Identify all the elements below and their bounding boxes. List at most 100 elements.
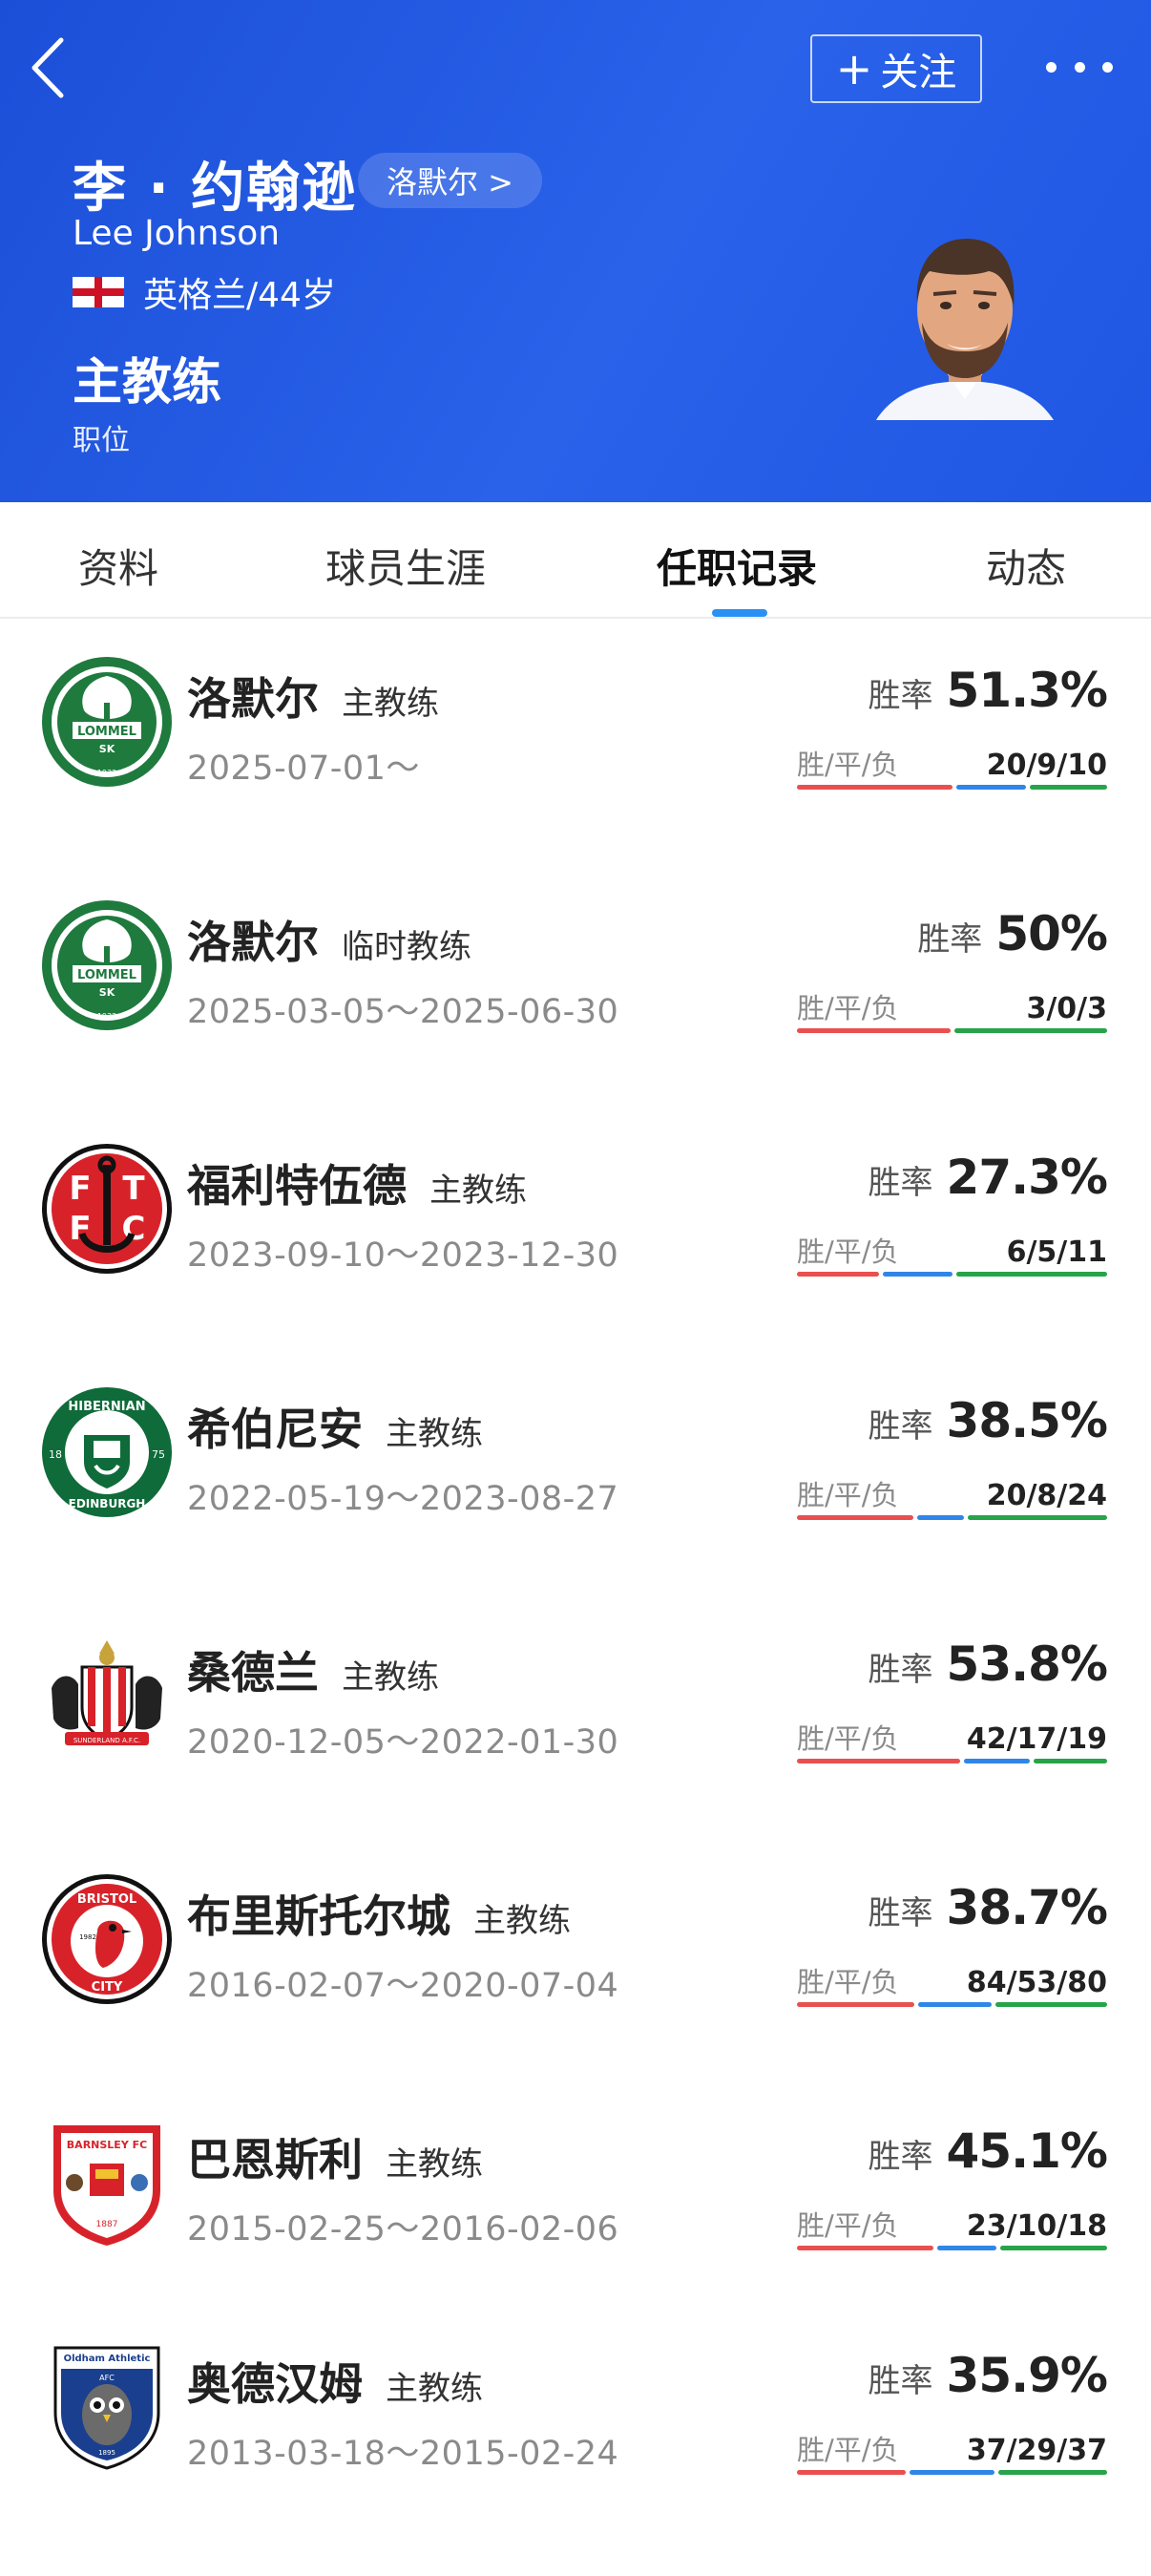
wdl-bar (797, 785, 1107, 790)
svg-text:1887: 1887 (96, 2220, 118, 2229)
nationality-row: 英格兰/44岁 (73, 267, 336, 317)
win-segment (797, 2470, 906, 2475)
svg-text:BARNSLEY FC: BARNSLEY FC (67, 2139, 147, 2151)
england-flag-icon (73, 277, 124, 307)
record-item[interactable]: BRISTOL CITY 1982 布里斯托尔城 主教练 2016-02-07～… (0, 1838, 1151, 2081)
oldham-crest-icon: Oldham Athletic AFC 1895 (53, 2346, 160, 2470)
profile-header: + 关注 李 · 约翰逊 洛默尔 > Lee Johnson 英格兰/44岁 主… (0, 0, 1151, 502)
chevron-left-icon (31, 37, 64, 98)
tab-news[interactable]: 动态 (986, 537, 1066, 595)
record-item[interactable]: HIBERNIAN EDINBURGH 18 75 希伯尼安 主教练 2022-… (0, 1351, 1151, 1594)
record-item[interactable]: Oldham Athletic AFC 1895 奥德汉姆 主教练 2013-0… (0, 2306, 1151, 2549)
win-segment (797, 2002, 914, 2007)
coach-avatar (876, 239, 1054, 420)
svg-text:18: 18 (49, 1448, 62, 1461)
record-item[interactable]: BARNSLEY FC 1887 巴恩斯利 主教练 2015-02-25～201… (0, 2081, 1151, 2325)
nationality-age: 英格兰/44岁 (143, 276, 336, 315)
svg-text:EDINBURGH: EDINBURGH (69, 1497, 146, 1510)
record-item[interactable]: SUNDERLAND A.F.C. 桑德兰 主教练 2020-12-05～202… (0, 1594, 1151, 1838)
win-rate-value: 51.3% (946, 663, 1108, 718)
wdl-row: 胜/平/负 20/8/24 (797, 1473, 1107, 1513)
record-item[interactable]: LOMMEL SK 1932 洛默尔 临时教练 2025-03-05～2025-… (0, 864, 1151, 1108)
current-team-chip[interactable]: 洛默尔 > (358, 153, 542, 208)
tenure-dates: 2022-05-19～2023-08-27 (187, 1480, 619, 1518)
club-name: 桑德兰 主教练 (187, 1638, 439, 1701)
svg-text:1895: 1895 (98, 2449, 115, 2457)
wdl-bar (797, 2002, 1107, 2007)
club-role: 临时教练 (342, 928, 471, 966)
wdl-bar (797, 1272, 1107, 1277)
club-name: 洛默尔 主教练 (187, 665, 439, 728)
win-segment (797, 1272, 880, 1277)
win-rate-label: 胜率 (868, 1407, 933, 1446)
more-options-button[interactable] (1046, 48, 1113, 86)
record-item[interactable]: F T F C 福利特伍德 主教练 2023-09-10～2023-12-30 … (0, 1108, 1151, 1351)
win-rate: 胜率 27.3% (868, 1150, 1108, 1205)
club-role: 主教练 (429, 1172, 527, 1210)
loss-segment (1000, 2246, 1107, 2250)
draw-segment (916, 1515, 964, 1520)
tab-player-career[interactable]: 球员生涯 (325, 537, 486, 595)
svg-text:SK: SK (99, 743, 115, 755)
win-rate-value: 35.9% (946, 2348, 1108, 2403)
tenure-dates: 2015-02-25～2016-02-06 (187, 2210, 619, 2249)
tenure-dates: 2025-07-01～ (187, 750, 420, 788)
win-rate-label: 胜率 (868, 2138, 933, 2176)
svg-text:SK: SK (99, 986, 115, 999)
tab-bar: 资料 球员生涯 任职记录 动态 (0, 502, 1151, 619)
club-name: 巴恩斯利 主教练 (187, 2125, 483, 2188)
lommel-crest-icon: LOMMEL SK 1932 (42, 657, 172, 787)
win-rate: 胜率 51.3% (868, 663, 1108, 718)
record-item[interactable]: LOMMEL SK 1932 洛默尔 主教练 2025-07-01～ 胜率 51… (0, 621, 1151, 864)
win-rate: 胜率 38.5% (868, 1393, 1108, 1448)
svg-text:T: T (122, 1170, 145, 1208)
wdl-label: 胜/平/负 (797, 992, 899, 1024)
tab-profile[interactable]: 资料 (78, 537, 158, 595)
wdl-value: 37/29/37 (966, 2434, 1107, 2467)
wdl-label: 胜/平/负 (797, 2209, 899, 2242)
wdl-bar (797, 1028, 1107, 1033)
loss-segment (998, 2470, 1107, 2475)
win-rate-label: 胜率 (868, 2362, 933, 2400)
fleetwood-crest-icon: F T F C (42, 1144, 172, 1274)
club-role: 主教练 (473, 1902, 571, 1940)
win-rate-value: 50% (995, 906, 1108, 961)
wdl-value: 84/53/80 (966, 1966, 1107, 1999)
club-name-text: 福利特伍德 (187, 1160, 407, 1212)
club-role: 主教练 (386, 2145, 483, 2184)
svg-text:LOMMEL: LOMMEL (77, 725, 136, 739)
follow-button[interactable]: + 关注 (810, 34, 982, 103)
back-button[interactable] (29, 36, 76, 103)
bristol-city-crest-icon: BRISTOL CITY 1982 (42, 1874, 172, 2004)
win-rate-label: 胜率 (868, 1651, 933, 1689)
svg-text:BRISTOL: BRISTOL (77, 1892, 136, 1907)
follow-label: 关注 (880, 51, 957, 95)
club-name: 奥德汉姆 主教练 (187, 2350, 483, 2413)
draw-segment (955, 785, 1026, 790)
wdl-row: 胜/平/负 20/9/10 (797, 743, 1107, 783)
svg-text:F: F (69, 1170, 91, 1208)
wdl-value: 20/9/10 (986, 749, 1107, 782)
win-segment (797, 785, 952, 790)
tab-coaching-record[interactable]: 任职记录 (657, 537, 817, 595)
draw-segment (963, 1759, 1030, 1763)
win-rate-value: 38.5% (946, 1393, 1108, 1448)
club-role: 主教练 (342, 1658, 439, 1697)
win-rate-value: 53.8% (946, 1636, 1108, 1692)
wdl-label: 胜/平/负 (797, 1722, 899, 1755)
svg-text:SUNDERLAND A.F.C.: SUNDERLAND A.F.C. (73, 1737, 140, 1744)
win-segment (797, 1515, 913, 1520)
draw-segment (883, 1272, 952, 1277)
club-name: 希伯尼安 主教练 (187, 1395, 483, 1458)
wdl-bar (797, 1515, 1107, 1520)
lommel-crest-icon: LOMMEL SK 1932 (42, 900, 172, 1030)
win-segment (797, 2246, 933, 2250)
svg-text:HIBERNIAN: HIBERNIAN (68, 1400, 145, 1414)
wdl-row: 胜/平/负 42/17/19 (797, 1717, 1107, 1757)
wdl-label: 胜/平/负 (797, 749, 899, 781)
svg-text:Oldham Athletic: Oldham Athletic (64, 2354, 151, 2364)
draw-segment (936, 2246, 997, 2250)
coach-name-chinese: 李 · 约翰逊 (73, 158, 358, 220)
win-rate-value: 27.3% (946, 1150, 1108, 1205)
wdl-value: 23/10/18 (966, 2209, 1107, 2243)
